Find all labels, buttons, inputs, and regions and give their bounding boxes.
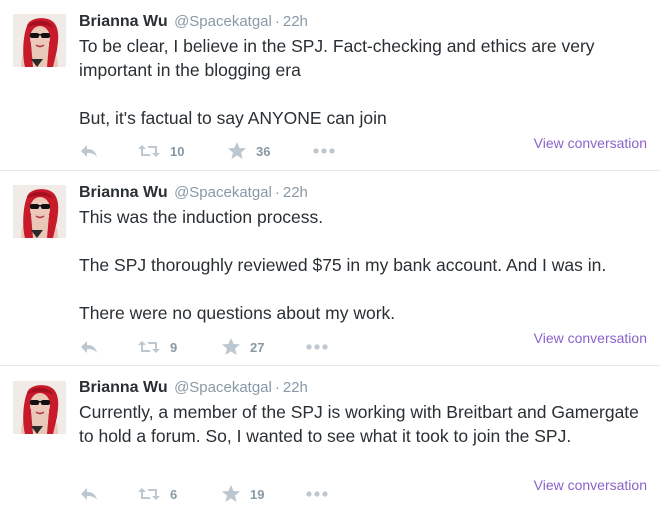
retweet-count: 10 — [170, 143, 185, 159]
avatar[interactable] — [13, 185, 66, 238]
tweet-paragraph: There were no questions about my work. — [79, 303, 396, 323]
timestamp[interactable]: 22h — [283, 13, 308, 30]
favorite-button[interactable]: 36 — [227, 139, 270, 163]
more-options-icon — [306, 490, 328, 498]
tweet-paragraph: Currently, a member of the SPJ is workin… — [79, 402, 639, 446]
author-handle[interactable]: @Spacekatgal — [174, 184, 272, 201]
tweet-paragraph: To be clear, I believe in the SPJ. Fact-… — [79, 36, 595, 80]
retweet-count: 6 — [170, 486, 178, 502]
star-icon — [221, 484, 241, 504]
favorite-button[interactable]: 27 — [221, 335, 264, 359]
more-options-button[interactable] — [306, 335, 328, 359]
tweet-header: Brianna Wu @Spacekatgal · 22h — [79, 184, 308, 202]
tweet-header: Brianna Wu @Spacekatgal · 22h — [79, 13, 308, 31]
more-options-icon — [306, 343, 328, 351]
author-handle[interactable]: @Spacekatgal — [174, 379, 272, 396]
separator: · — [274, 13, 280, 30]
favorite-count: 27 — [250, 339, 265, 355]
tweet-paragraph: The SPJ thoroughly reviewed $75 in my ba… — [79, 255, 607, 275]
retweet-icon — [137, 143, 161, 159]
avatar[interactable] — [13, 14, 66, 67]
view-conversation-link[interactable]: View conversation — [534, 477, 647, 493]
tweet-text: Currently, a member of the SPJ is workin… — [79, 400, 649, 448]
retweet-button[interactable]: 6 — [137, 482, 177, 506]
more-options-button[interactable] — [306, 482, 328, 506]
tweet-paragraph: This was the induction process. — [79, 207, 324, 227]
timestamp[interactable]: 22h — [283, 184, 308, 201]
author-name[interactable]: Brianna Wu — [79, 379, 168, 396]
reply-icon — [79, 486, 99, 502]
reply-icon — [79, 143, 99, 159]
favorite-button[interactable]: 19 — [221, 482, 264, 506]
separator: · — [274, 379, 280, 396]
view-conversation-link[interactable]: View conversation — [534, 330, 647, 346]
author-handle[interactable]: @Spacekatgal — [174, 13, 272, 30]
favorite-count: 19 — [250, 486, 265, 502]
tweet-text: This was the induction process. The SPJ … — [79, 205, 649, 325]
retweet-button[interactable]: 10 — [137, 139, 184, 163]
favorite-count: 36 — [256, 143, 271, 159]
separator: · — [274, 184, 280, 201]
reply-button[interactable] — [79, 482, 99, 506]
tweet-text: To be clear, I believe in the SPJ. Fact-… — [79, 34, 649, 130]
timestamp[interactable]: 22h — [283, 379, 308, 396]
retweet-button[interactable]: 9 — [137, 335, 177, 359]
reply-button[interactable] — [79, 139, 99, 163]
avatar[interactable] — [13, 381, 66, 434]
retweet-icon — [137, 486, 161, 502]
star-icon — [221, 337, 241, 357]
tweet[interactable]: Brianna Wu @Spacekatgal · 22h To be clear,… — [0, 0, 660, 170]
star-icon — [227, 141, 247, 161]
reply-icon — [79, 339, 99, 355]
author-name[interactable]: Brianna Wu — [79, 13, 168, 30]
retweet-icon — [137, 339, 161, 355]
more-options-button[interactable] — [313, 139, 335, 163]
retweet-count: 9 — [170, 339, 178, 355]
view-conversation-link[interactable]: View conversation — [534, 135, 647, 151]
author-name[interactable]: Brianna Wu — [79, 184, 168, 201]
reply-button[interactable] — [79, 335, 99, 359]
tweet[interactable]: Brianna Wu @Spacekatgal · 22h Currently, a… — [0, 366, 660, 512]
tweet-paragraph: But, it's factual to say ANYONE can join — [79, 108, 387, 128]
more-options-icon — [313, 147, 335, 155]
tweet[interactable]: Brianna Wu @Spacekatgal · 22h This was the… — [0, 171, 660, 365]
tweet-header: Brianna Wu @Spacekatgal · 22h — [79, 379, 308, 397]
